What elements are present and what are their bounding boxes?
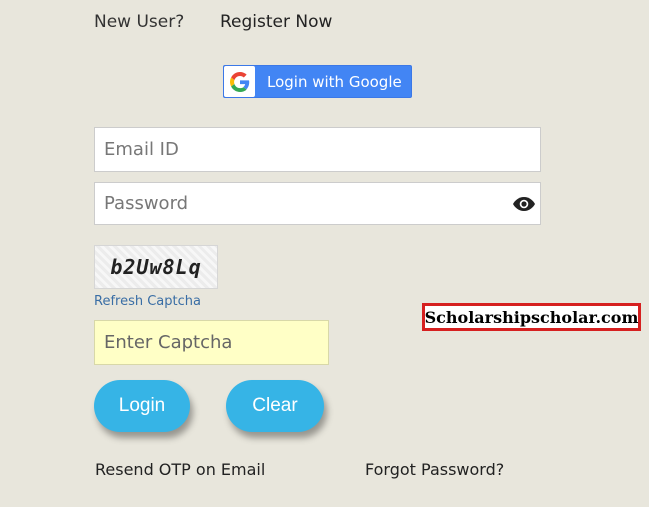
captcha-field[interactable] (94, 320, 329, 365)
resend-otp-link[interactable]: Resend OTP on Email (95, 460, 265, 479)
new-user-text: New User? (94, 12, 185, 32)
eye-icon[interactable] (512, 192, 536, 216)
watermark-badge: Scholarshipscholar.com (422, 303, 641, 331)
captcha-image: b2Uw8Lq (94, 245, 218, 289)
forgot-password-link[interactable]: Forgot Password? (365, 460, 504, 479)
email-field[interactable] (94, 127, 541, 172)
google-g-icon (224, 66, 255, 97)
login-button[interactable]: Login (94, 380, 190, 432)
clear-button[interactable]: Clear (226, 380, 324, 432)
refresh-captcha-link[interactable]: Refresh Captcha (94, 294, 201, 309)
password-field[interactable] (94, 182, 541, 225)
register-now-link[interactable]: Register Now (220, 12, 332, 32)
login-with-google-label: Login with Google (267, 72, 402, 91)
login-with-google-button[interactable]: Login with Google (223, 65, 412, 98)
